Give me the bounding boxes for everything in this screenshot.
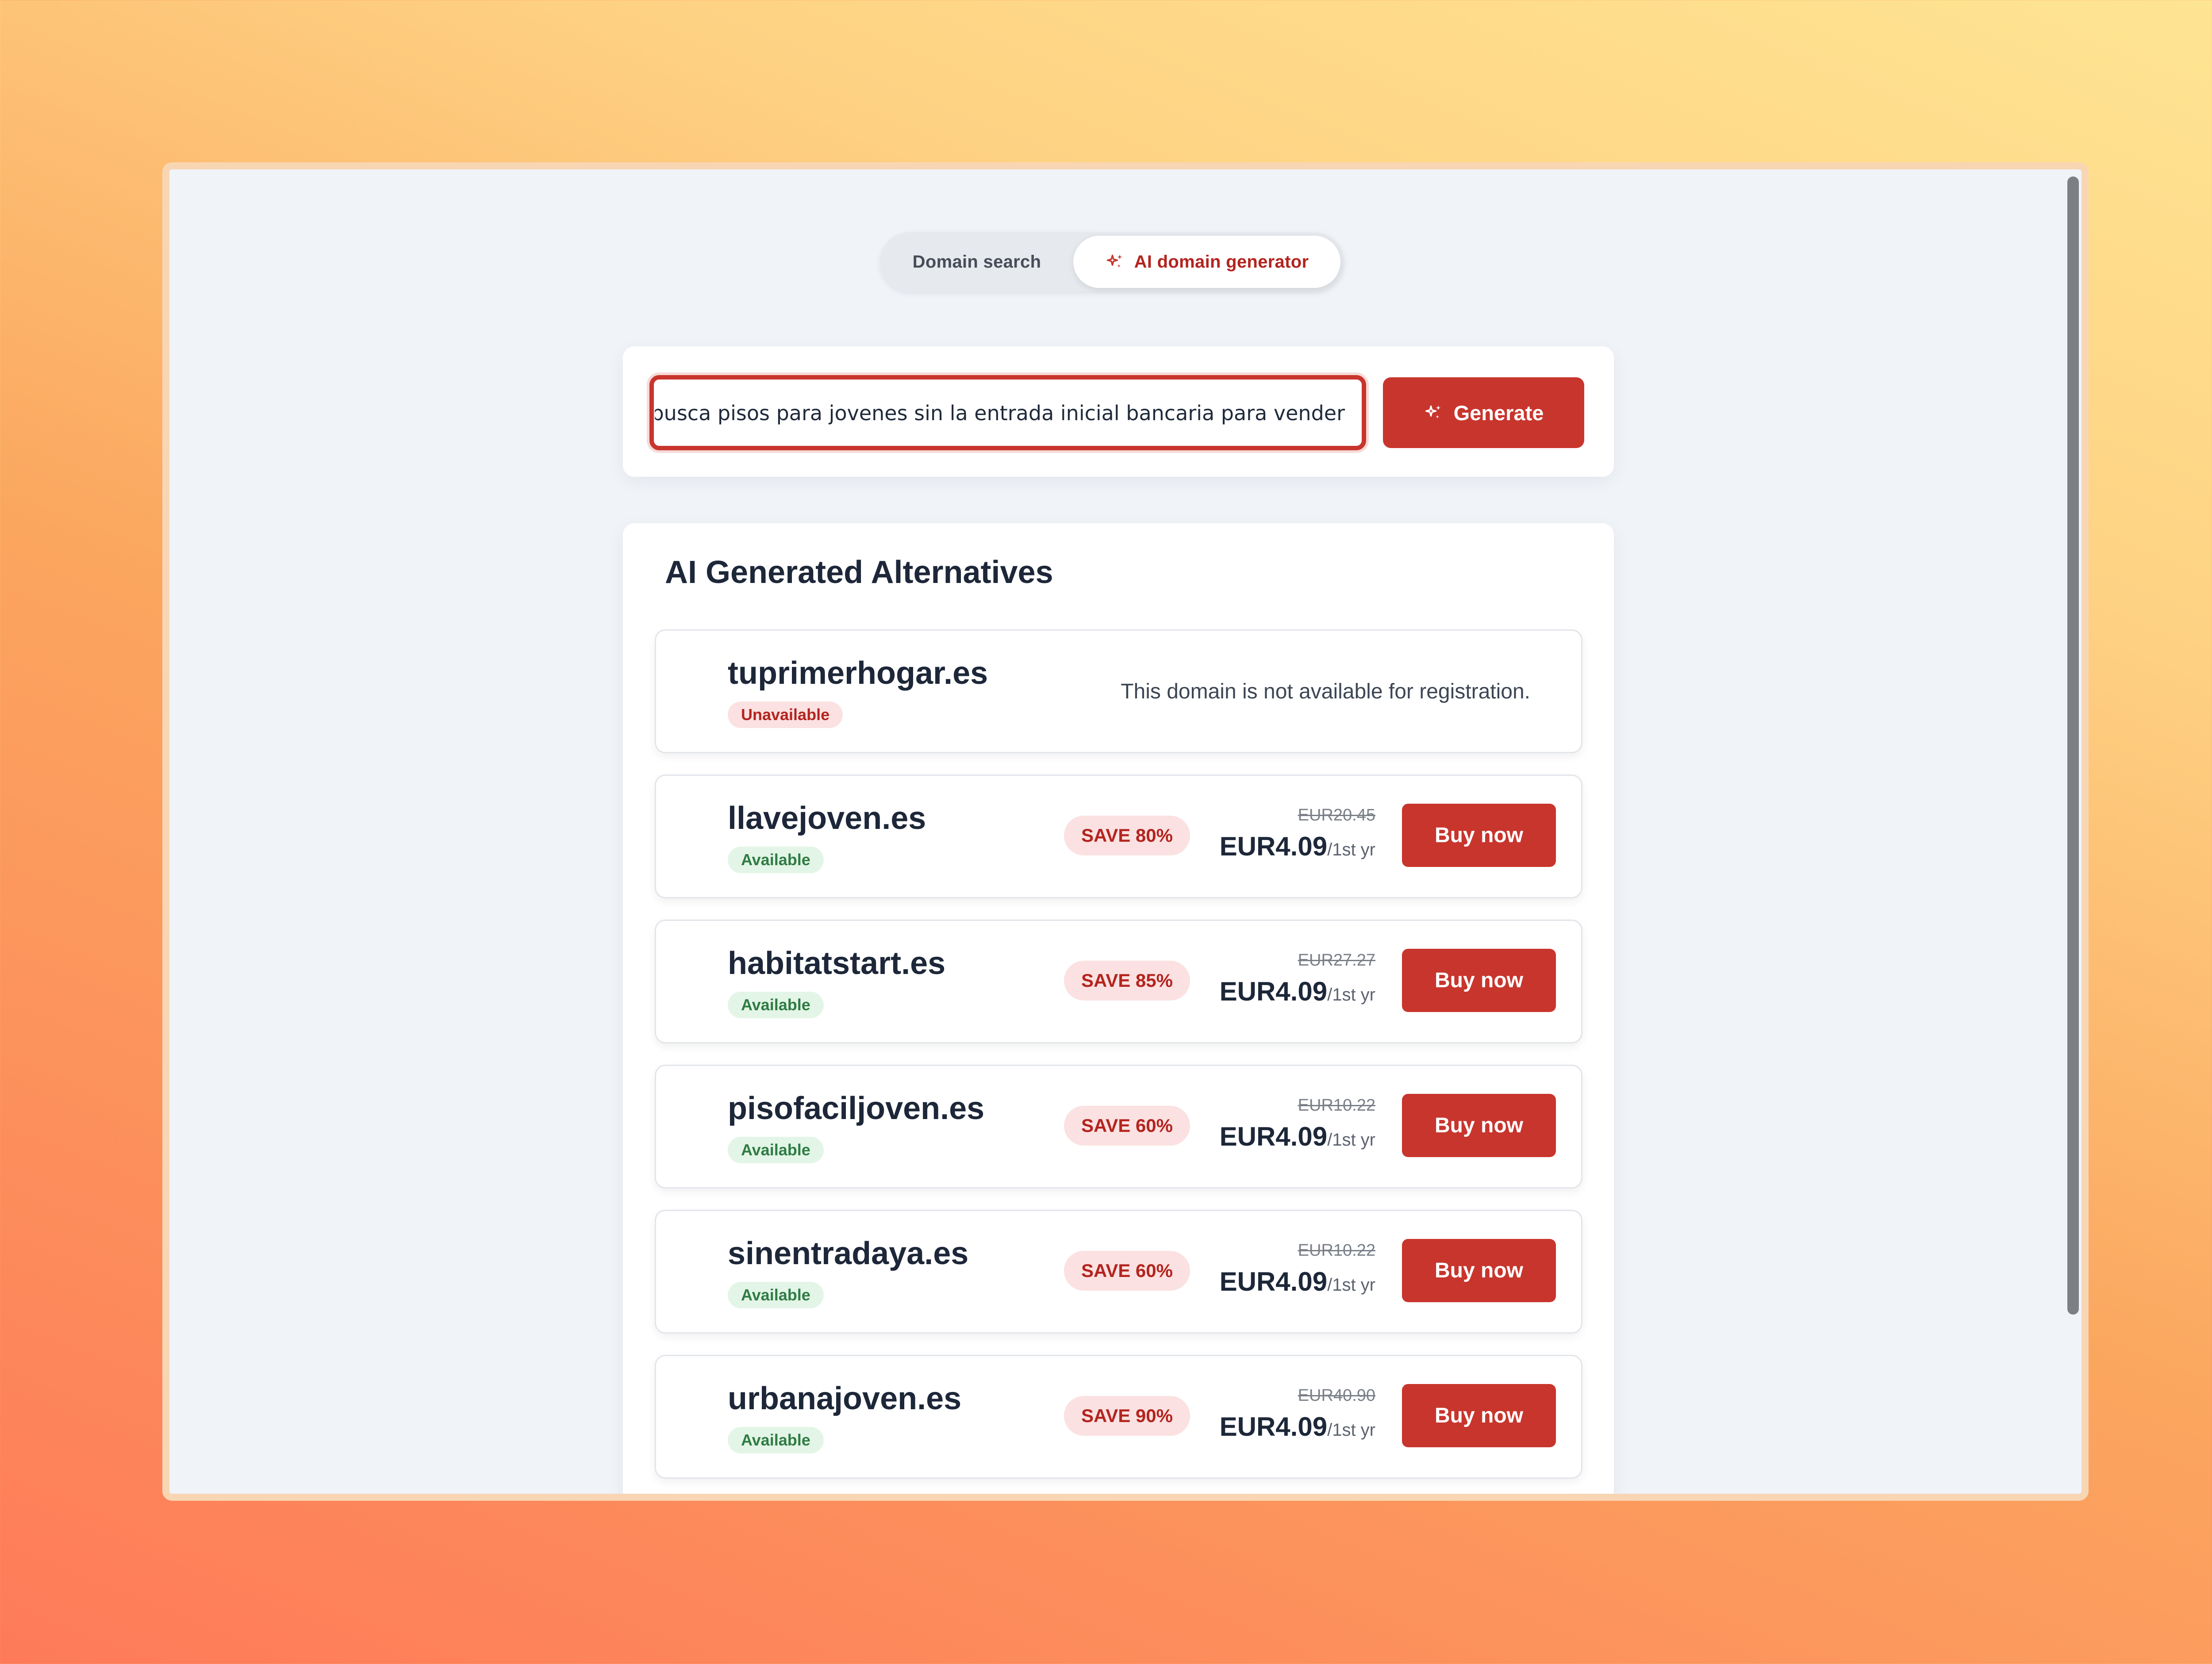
current-price: EUR4.09/1st yr [1220,831,1375,862]
buy-now-button[interactable]: Buy now [1402,1239,1556,1302]
save-badge: SAVE 60% [1064,1251,1190,1291]
current-price: EUR4.09/1st yr [1220,1411,1375,1442]
price-amount: EUR4.09 [1219,1122,1328,1151]
domain-row-tuprimerhogar: tuprimerhogar.es Unavailable This domain… [655,629,1582,753]
current-price: EUR4.09/1st yr [1220,1266,1375,1297]
save-badge: SAVE 90% [1064,1396,1190,1436]
scrollbar-thumb[interactable] [2067,176,2079,1315]
status-badge: Available [728,1282,824,1308]
domain-name: pisofaciljoven.es [728,1091,985,1126]
original-price: EUR40.90 [1298,1386,1375,1405]
domain-row-pisofaciljoven: pisofaciljoven.es Available SAVE 60% EUR… [655,1065,1582,1189]
tab-domain-search[interactable]: Domain search [884,236,1070,288]
buy-now-button[interactable]: Buy now [1402,1094,1556,1157]
current-price: EUR4.09/1st yr [1220,1121,1375,1152]
buy-now-button[interactable]: Buy now [1402,949,1556,1012]
status-badge: Available [728,847,824,873]
original-price: EUR20.45 [1298,806,1375,824]
price-period: /1st yr [1327,1275,1375,1295]
domain-name: sinentradaya.es [728,1236,969,1271]
sparkles-icon [1424,403,1443,422]
unavailable-message: This domain is not available for registr… [1121,679,1530,703]
results-card: AI Generated Alternatives tuprimerhogar.… [623,523,1614,1501]
status-badge: Available [728,1137,824,1163]
prompt-field[interactable] [647,372,1369,453]
price-period: /1st yr [1327,1130,1375,1150]
buy-now-button[interactable]: Buy now [1402,804,1556,867]
original-price: EUR10.22 [1298,1241,1375,1260]
domain-row-sinentradaya: sinentradaya.es Available SAVE 60% EUR10… [655,1210,1582,1334]
original-price: EUR10.22 [1298,1096,1375,1115]
price-amount: EUR4.09 [1219,977,1328,1006]
domain-name: tuprimerhogar.es [728,656,988,691]
tab-ai-domain-generator-label: AI domain generator [1134,252,1309,272]
prompt-input[interactable] [654,380,1346,446]
domain-name: urbanajoven.es [728,1381,962,1416]
sparkles-icon [1105,252,1125,272]
domain-row-urbanajoven: urbanajoven.es Available SAVE 90% EUR40.… [655,1355,1582,1479]
buy-now-button[interactable]: Buy now [1402,1384,1556,1447]
price-amount: EUR4.09 [1219,832,1328,861]
domain-name: llavejoven.es [728,801,926,836]
search-card: Generate [623,346,1614,477]
results-title: AI Generated Alternatives [665,555,1053,590]
save-badge: SAVE 85% [1064,961,1190,1001]
tab-ai-domain-generator[interactable]: AI domain generator [1073,236,1340,288]
domain-row-llavejoven: llavejoven.es Available SAVE 80% EUR20.4… [655,774,1582,898]
save-badge: SAVE 80% [1064,816,1190,855]
save-badge: SAVE 60% [1064,1106,1190,1146]
price-amount: EUR4.09 [1219,1267,1328,1296]
status-badge: Unavailable [728,702,843,728]
domain-row-next [655,1500,1582,1501]
domain-name: habitatstart.es [728,946,946,981]
current-price: EUR4.09/1st yr [1220,976,1375,1007]
generate-button[interactable]: Generate [1383,377,1584,448]
price-period: /1st yr [1327,1420,1375,1440]
tab-domain-search-label: Domain search [912,252,1041,272]
status-badge: Available [728,1427,824,1453]
generate-button-label: Generate [1453,401,1544,425]
app-window: Domain search AI domain generator Genera… [162,162,2089,1501]
price-amount: EUR4.09 [1219,1412,1328,1442]
domain-row-habitatstart: habitatstart.es Available SAVE 85% EUR27… [655,920,1582,1043]
price-period: /1st yr [1327,840,1375,859]
mode-toggle: Domain search AI domain generator [880,232,1344,291]
original-price: EUR27.27 [1298,951,1375,970]
scrollbar[interactable] [2059,169,2081,1494]
status-badge: Available [728,992,824,1018]
price-period: /1st yr [1327,985,1375,1005]
